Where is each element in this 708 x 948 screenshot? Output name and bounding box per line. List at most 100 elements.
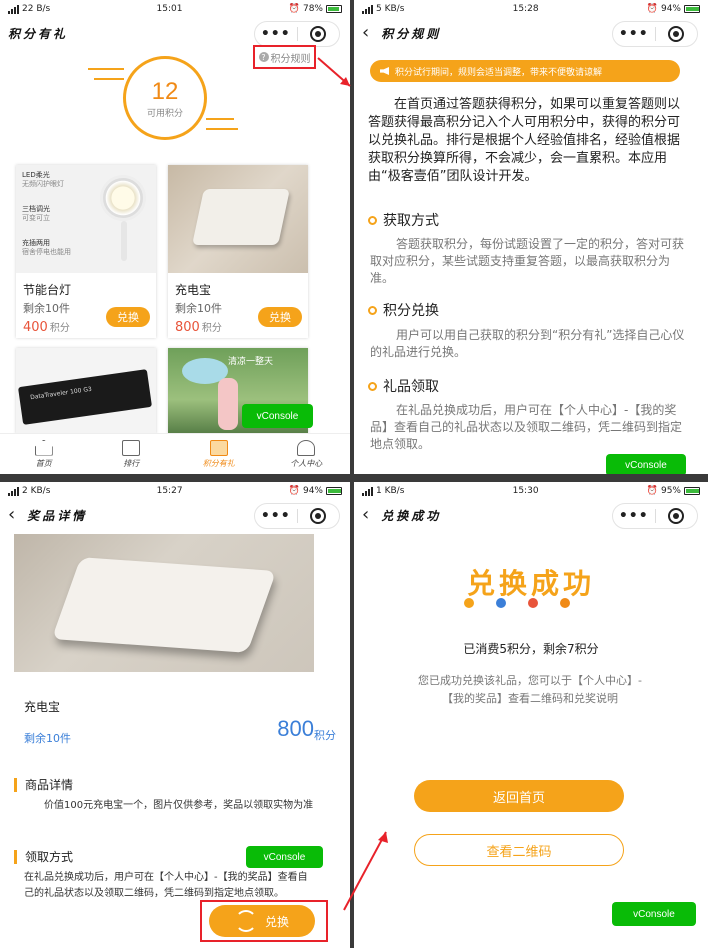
section-text: 在礼品兑换成功后，用户可在【个人中心】-【我的奖品】查看自己的礼品状态以及领取二… xyxy=(370,403,683,451)
product-name: 充电宝 xyxy=(24,700,61,714)
exchange-success-screen: 1 KB/s 15:30 ⏰ 95% ‹ 兑换成功 ••• 兑换成功 已消费5积分… xyxy=(354,482,708,948)
powerbank-image xyxy=(168,165,308,273)
more-icon[interactable]: ••• xyxy=(255,508,297,524)
back-arrow-icon[interactable]: ‹ xyxy=(362,506,369,524)
details-text: 价值100元充电宝一个，图片仅供参考，奖品以领取实物为准 xyxy=(44,800,314,811)
back-home-button[interactable]: 返回首页 xyxy=(414,780,624,812)
signal-icon xyxy=(362,486,373,496)
gift-detail-screen: 2 KB/s 15:27 ⏰ 94% ‹ 奖品详情 ••• 充电宝 800 积分 … xyxy=(0,482,350,948)
vconsole-button[interactable]: vConsole xyxy=(612,902,696,926)
tab-label: 排行 xyxy=(123,458,140,468)
status-bar: 1 KB/s 15:30 ⏰ 95% xyxy=(354,482,708,500)
tab-rank[interactable]: 排行 xyxy=(88,434,176,474)
usb-image: DataTraveler 100 G3 xyxy=(16,348,156,434)
section-text: 用户可以用自己获取的积分到“积分有礼”选择自己心仪的礼品进行兑换。 xyxy=(370,328,685,359)
points-gift-screen: 22 B/s 15:01 ⏰ 78% 积分有礼 ••• ? 积分规则 12 可用积分… xyxy=(0,0,350,474)
miniprogram-capsule: ••• xyxy=(254,21,340,47)
exchange-button[interactable]: 兑换 xyxy=(209,905,315,937)
more-icon[interactable]: ••• xyxy=(255,26,297,42)
alarm-icon: ⏰ xyxy=(288,486,300,496)
lamp-image: LED柔光 无频闪护眼灯 三档调光 可变可立 充插两用 宿舍停电也能用 xyxy=(16,165,156,273)
rules-intro: 在首页通过答题获得积分，如果可以重复答题则以答题获得最高积分记入个人可用积分中，… xyxy=(368,97,681,184)
network-speed: 5 KB/s xyxy=(376,4,405,14)
method-text: 在礼品兑换成功后，用户可在【个人中心】-【我的奖品】查看自己的礼品状态以及领取二… xyxy=(24,872,308,899)
close-target-icon[interactable] xyxy=(656,508,698,524)
section-heading: 积分兑换 xyxy=(368,300,439,320)
dot xyxy=(464,598,474,608)
gift-stock: 剩余10件 xyxy=(175,302,222,315)
exchange-button[interactable]: 兑换 xyxy=(106,307,150,327)
alarm-icon: ⏰ xyxy=(646,486,658,496)
tab-home[interactable]: 首页 xyxy=(0,434,88,474)
gift-card-powerbank[interactable]: 充电宝 剩余10件 800 积分 兑换 xyxy=(168,165,308,338)
nav-bar: ‹ 奖品详情 ••• xyxy=(0,500,350,530)
consumed-summary: 已消费5积分，剩余7积分 xyxy=(463,642,599,656)
battery-icon xyxy=(325,5,342,13)
img-text: LED柔光 xyxy=(22,171,50,179)
alarm-icon: ⏰ xyxy=(646,4,658,14)
nav-bar: ‹ 兑换成功 ••• xyxy=(354,500,708,530)
tab-label: 个人中心 xyxy=(290,458,323,468)
img-text: 充插两用 xyxy=(22,239,50,247)
tab-label: 积分有礼 xyxy=(202,458,235,468)
page-title: 积分有礼 xyxy=(8,26,69,41)
section-heading: 礼品领取 xyxy=(368,376,439,396)
points-rules-link[interactable]: ? 积分规则 xyxy=(253,45,316,69)
dot xyxy=(560,598,570,608)
network-speed: 2 KB/s xyxy=(22,486,51,496)
circle-bullet-icon xyxy=(368,215,377,225)
close-target-icon[interactable] xyxy=(298,26,340,42)
speaker-icon xyxy=(380,67,389,75)
battery-percent: 94% xyxy=(302,486,323,496)
img-text: 无频闪护眼灯 xyxy=(22,180,64,188)
page-title: 奖品详情 xyxy=(27,508,88,523)
product-image xyxy=(14,534,314,672)
rank-icon xyxy=(122,439,141,456)
tab-label: 首页 xyxy=(35,458,52,468)
vconsole-button[interactable]: vConsole xyxy=(246,846,323,868)
divider xyxy=(206,128,238,130)
clock: 15:30 xyxy=(512,486,539,496)
alarm-icon: ⏰ xyxy=(288,4,300,14)
success-message: 您已成功兑换该礼品，您可以于【个人中心】-【我的奖品】查看二维码和兑奖说明 xyxy=(418,674,642,705)
points-rules-label: 积分规则 xyxy=(270,53,311,65)
close-target-icon[interactable] xyxy=(298,508,340,524)
details-heading: 商品详情 xyxy=(14,778,73,792)
page-title: 积分规则 xyxy=(381,26,442,41)
page-title: 兑换成功 xyxy=(381,508,442,523)
back-arrow-icon[interactable]: ‹ xyxy=(8,506,15,524)
img-text: 宿舍停电也能用 xyxy=(22,248,71,256)
signal-icon xyxy=(362,4,373,14)
dot xyxy=(496,598,506,608)
points-badge: 12 可用积分 xyxy=(123,56,207,140)
refresh-icon xyxy=(234,910,257,932)
miniprogram-capsule: ••• xyxy=(612,503,698,529)
gift-stock: 剩余10件 xyxy=(23,302,70,315)
signal-icon xyxy=(8,4,19,14)
exchange-label: 兑换 xyxy=(264,914,289,929)
clock: 15:27 xyxy=(156,486,183,496)
img-text: 可变可立 xyxy=(22,214,50,222)
success-headline: 兑换成功 xyxy=(466,567,595,600)
more-icon[interactable]: ••• xyxy=(613,26,655,42)
clock: 15:01 xyxy=(156,4,183,14)
divider xyxy=(94,78,124,80)
gift-price: 800 积分 xyxy=(175,320,222,335)
vconsole-button[interactable]: vConsole xyxy=(242,404,313,428)
close-target-icon[interactable] xyxy=(656,26,698,42)
circle-bullet-icon xyxy=(368,381,377,391)
exchange-button[interactable]: 兑换 xyxy=(258,307,302,327)
gift-card-usb[interactable]: DataTraveler 100 G3 xyxy=(16,348,156,434)
tab-gift[interactable]: 积分有礼 xyxy=(175,434,263,474)
signal-icon xyxy=(8,486,19,496)
view-qrcode-button[interactable]: 查看二维码 xyxy=(414,834,624,866)
home-icon xyxy=(34,439,53,456)
vconsole-button[interactable]: vConsole xyxy=(606,454,686,474)
divider xyxy=(206,118,234,120)
back-arrow-icon[interactable]: ‹ xyxy=(362,24,369,42)
battery-icon xyxy=(684,5,700,13)
more-icon[interactable]: ••• xyxy=(613,508,655,524)
gift-card-lamp[interactable]: LED柔光 无频闪护眼灯 三档调光 可变可立 充插两用 宿舍停电也能用 节能台灯… xyxy=(16,165,156,338)
circle-bullet-icon xyxy=(368,305,377,315)
tab-profile[interactable]: 个人中心 xyxy=(263,434,351,474)
